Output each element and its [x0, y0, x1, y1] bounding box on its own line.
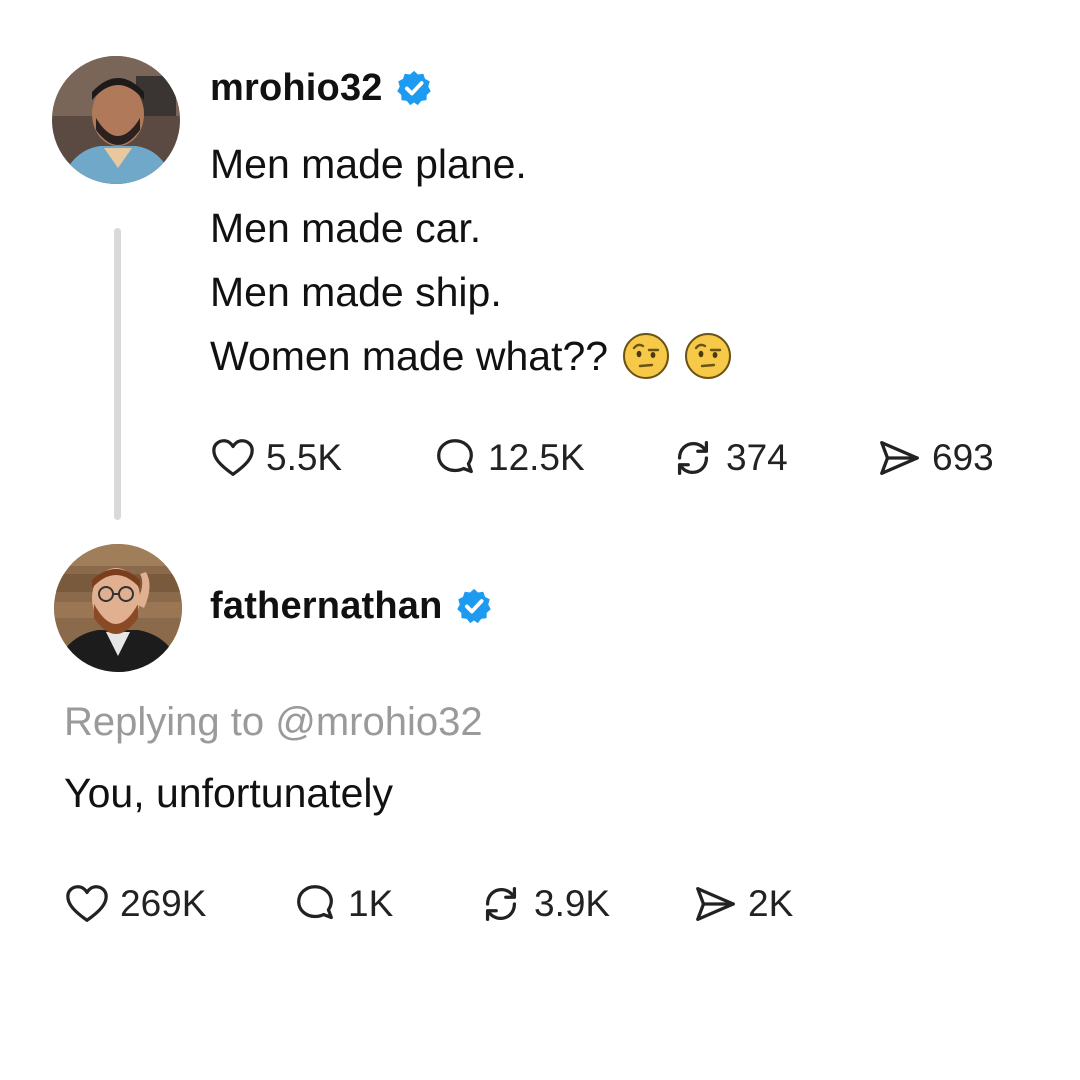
- raised-eyebrow-emoji-icon: [684, 332, 732, 380]
- heart-icon: [210, 435, 256, 481]
- repost-icon: [478, 881, 524, 927]
- paper-plane-icon: [876, 435, 922, 481]
- share-button[interactable]: 693: [876, 428, 994, 488]
- post-line-3: Men made ship.: [210, 269, 502, 315]
- comment-button[interactable]: 12.5K: [432, 428, 585, 488]
- verified-badge-icon: [395, 69, 433, 107]
- verified-badge-icon: [455, 587, 493, 625]
- reply-body: You, unfortunately: [64, 770, 394, 816]
- repost-button[interactable]: 3.9K: [478, 874, 610, 934]
- post-line-4: Women made what??: [210, 324, 732, 388]
- username-mrohio32[interactable]: mrohio32: [210, 67, 383, 110]
- post-line-1: Men made plane.: [210, 141, 527, 187]
- repost-count: 3.9K: [534, 883, 611, 924]
- like-button[interactable]: 5.5K: [210, 428, 342, 488]
- like-count: 269K: [120, 883, 207, 924]
- repost-icon: [670, 435, 716, 481]
- repost-count: 374: [726, 437, 788, 478]
- avatar-fathernathan[interactable]: [54, 544, 182, 672]
- post-header: mrohio32: [210, 58, 433, 118]
- replying-to-label: Replying to @mrohio32: [64, 700, 483, 744]
- post-body: Men made plane. Men made car. Men made s…: [210, 132, 732, 388]
- thread-connector-line: [114, 228, 121, 520]
- comment-bubble-icon: [292, 881, 338, 927]
- comment-count: 12.5K: [488, 437, 585, 478]
- like-button[interactable]: 269K: [64, 874, 206, 934]
- share-button[interactable]: 2K: [692, 874, 793, 934]
- post-line-2: Men made car.: [210, 205, 482, 251]
- share-count: 693: [932, 437, 994, 478]
- post-line-4-text: Women made what??: [210, 333, 609, 379]
- username-fathernathan[interactable]: fathernathan: [210, 585, 443, 628]
- comment-button[interactable]: 1K: [292, 874, 393, 934]
- like-count: 5.5K: [266, 437, 343, 478]
- reply-actions: 269K 1K 3.9K 2K: [64, 874, 864, 934]
- avatar-fathernathan-image: [54, 544, 182, 672]
- paper-plane-icon: [692, 881, 738, 927]
- post-actions: 5.5K 12.5K 374 693: [210, 428, 1040, 488]
- raised-eyebrow-emoji-icon: [622, 332, 670, 380]
- heart-icon: [64, 881, 110, 927]
- repost-button[interactable]: 374: [670, 428, 788, 488]
- avatar-mrohio32-image: [52, 56, 180, 184]
- avatar-mrohio32[interactable]: [52, 56, 180, 184]
- reply-header: fathernathan: [210, 576, 493, 636]
- comment-bubble-icon: [432, 435, 478, 481]
- comment-count: 1K: [348, 883, 394, 924]
- share-count: 2K: [748, 883, 794, 924]
